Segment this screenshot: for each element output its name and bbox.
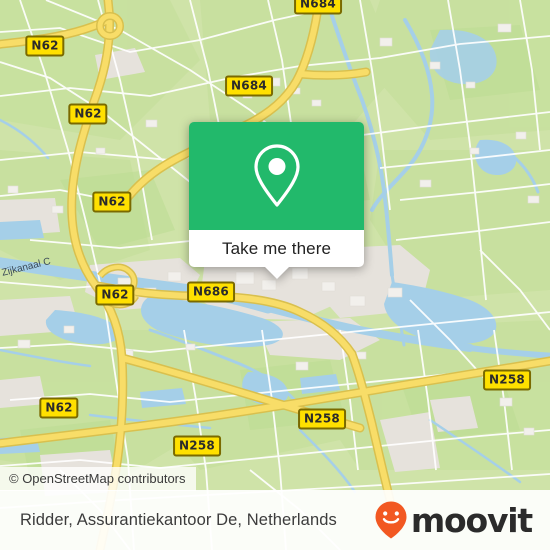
moovit-logo[interactable]: moovit: [374, 500, 533, 540]
road-shield: N258: [173, 435, 221, 457]
road-shield: N62: [39, 397, 79, 419]
location-callout[interactable]: Take me there: [189, 122, 364, 279]
road-shield: N62: [92, 191, 132, 213]
road-shield: N62: [25, 35, 65, 57]
road-shield: N686: [187, 281, 235, 303]
road-shield: N684: [294, 0, 342, 15]
road-shield: N258: [483, 369, 531, 391]
road-shield: N62: [68, 103, 108, 125]
callout-header: [189, 122, 364, 230]
road-shield: N684: [225, 75, 273, 97]
moovit-wordmark: moovit: [410, 500, 533, 540]
moovit-pin-icon: [375, 501, 407, 539]
location-pin-icon: [253, 144, 300, 207]
callout-action[interactable]: Take me there: [189, 230, 364, 279]
place-name-label: Ridder, Assurantiekantoor De, Netherland…: [20, 510, 337, 529]
callout-tail-pointer: [263, 266, 290, 279]
take-me-there-label: Take me there: [221, 238, 332, 258]
map-screen: N684 N62 N684 N62 N62 N62 N686 N258 N62 …: [0, 0, 550, 550]
footer-bar: Ridder, Assurantiekantoor De, Netherland…: [0, 490, 550, 550]
road-shield: N258: [298, 408, 346, 430]
road-shield: N62: [95, 284, 135, 306]
map-attribution[interactable]: © OpenStreetMap contributors: [0, 467, 196, 491]
